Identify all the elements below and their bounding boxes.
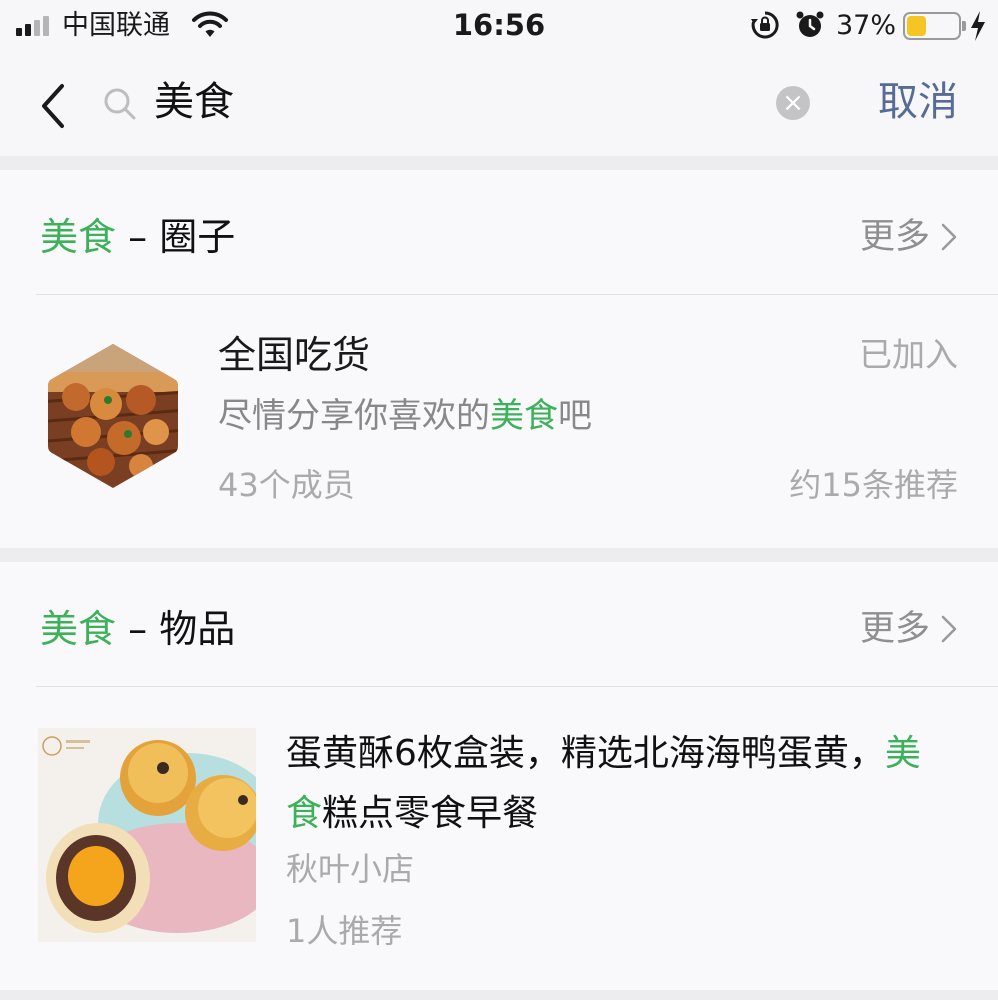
circles-section: 美食 – 圈子 更多 全国吃货 已加入 尽情分享你喜欢的美食吧 43个成员 约1…	[0, 170, 998, 548]
section-separator: –	[116, 215, 160, 259]
product-title: 蛋黄酥6枚盒装，精选北海海鸭蛋黄，美食糕点零食早餐	[286, 724, 926, 844]
charging-bolt-icon	[969, 10, 987, 46]
search-icon	[102, 86, 138, 126]
status-bar: 中国联通 16:56 37%	[0, 0, 998, 52]
section-separator: –	[116, 607, 160, 651]
member-count: 43个成员	[218, 466, 355, 504]
desc-text-end: 吧	[558, 396, 592, 436]
circle-description: 尽情分享你喜欢的美食吧	[218, 392, 592, 440]
section-keyword: 美食	[40, 215, 117, 259]
chevron-right-icon	[941, 223, 957, 251]
goods-section: 美食 – 物品 更多 蛋黄酥6枚盒装，精选北海海鸭蛋黄，美食糕点零食早餐 秋叶小…	[0, 562, 998, 990]
chevron-right-icon	[941, 615, 957, 643]
desc-text: 尽情分享你喜欢的	[218, 396, 490, 436]
more-label: 更多	[859, 217, 930, 257]
battery-percent: 37%	[836, 10, 897, 41]
desc-keyword: 美食	[490, 396, 558, 436]
more-label: 更多	[859, 609, 930, 649]
alarm-icon	[795, 10, 825, 44]
recommend-count: 1人推荐	[286, 912, 403, 950]
divider	[36, 294, 998, 295]
section-keyword: 美食	[40, 607, 117, 651]
section-title: 物品	[159, 607, 236, 651]
more-circles-button[interactable]: 更多	[860, 212, 958, 262]
recommendation-count: 约15条推荐	[789, 466, 958, 504]
back-icon[interactable]	[36, 82, 70, 130]
rotation-lock-icon	[750, 10, 780, 44]
title-text: 蛋黄酥6枚盒装，精选北海海鸭蛋黄，	[286, 733, 885, 774]
search-bar: 美食 × 取消	[0, 52, 998, 156]
battery-icon	[903, 12, 961, 40]
battery-cap	[962, 21, 966, 31]
joined-status: 已加入	[859, 335, 958, 374]
circle-name: 全国吃货	[218, 333, 371, 377]
divider	[36, 686, 998, 687]
more-goods-button[interactable]: 更多	[860, 604, 958, 654]
section-header: 美食 – 圈子	[40, 212, 235, 262]
cancel-button[interactable]: 取消	[878, 76, 958, 128]
clear-icon[interactable]: ×	[776, 86, 810, 120]
shop-name: 秋叶小店	[286, 850, 415, 888]
section-header: 美食 – 物品	[40, 604, 235, 654]
circle-avatar	[48, 344, 178, 488]
section-title: 圈子	[159, 215, 236, 259]
product-image	[38, 728, 256, 942]
title-text-end: 糕点零食早餐	[322, 793, 539, 834]
search-input[interactable]: 美食	[154, 76, 234, 128]
